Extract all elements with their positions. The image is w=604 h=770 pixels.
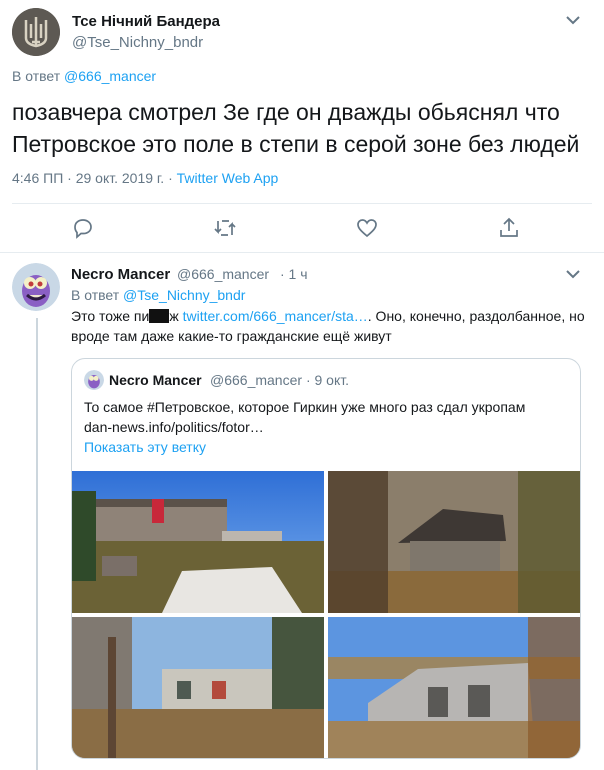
tweet-text: Это тоже пи ж twitter.com/666_mancer/sta…… bbox=[71, 306, 591, 346]
chevron-down-icon[interactable] bbox=[565, 268, 581, 280]
quoted-tweet[interactable]: Necro Mancer @666_mancer · 9 окт. То сам… bbox=[71, 358, 581, 759]
avatar bbox=[84, 370, 104, 390]
replying-prefix: В ответ bbox=[12, 68, 61, 84]
photo-ruined-wall-4[interactable] bbox=[328, 617, 580, 758]
replying-to-link[interactable]: @Tse_Nichny_bndr bbox=[123, 287, 245, 303]
reply-icon[interactable] bbox=[71, 216, 95, 240]
redaction-block bbox=[149, 309, 170, 323]
chevron-down-icon[interactable] bbox=[565, 14, 581, 26]
photo-ruined-house-2[interactable] bbox=[328, 471, 580, 613]
photo-ruined-building-1[interactable] bbox=[72, 471, 324, 613]
author-name[interactable]: Тсе Нічний Бандера bbox=[72, 13, 220, 30]
main-tweet: Тсе Нічний Бандера @Tse_Nichny_bndr В от… bbox=[0, 0, 604, 253]
replying-to: В ответ @Tse_Nichny_bndr bbox=[71, 287, 245, 303]
tweet-time[interactable]: · 1 ч bbox=[280, 266, 308, 282]
quoted-handle: @666_mancer bbox=[210, 372, 303, 388]
tweet-source[interactable]: Twitter Web App bbox=[177, 170, 279, 186]
trident-icon bbox=[12, 8, 60, 56]
quoted-text: То самое #Петровское, которое Гиркин уже… bbox=[84, 397, 564, 437]
divider bbox=[12, 203, 592, 204]
quoted-text-line: То самое #Петровское, которое Гиркин уже… bbox=[84, 399, 526, 415]
author-handle[interactable]: @Tse_Nichny_bndr bbox=[72, 34, 203, 51]
show-thread-link[interactable]: Показать эту ветку bbox=[84, 439, 206, 455]
text-part: Это тоже пи bbox=[71, 308, 150, 324]
author-handle[interactable]: @666_mancer bbox=[177, 266, 269, 282]
replying-prefix: В ответ bbox=[71, 287, 120, 303]
quoted-author-handle: @666_mancer · 9 окт. bbox=[210, 372, 349, 388]
retweet-icon[interactable] bbox=[213, 216, 237, 240]
photo-ruined-house-3[interactable] bbox=[72, 617, 324, 758]
like-icon[interactable] bbox=[355, 216, 379, 240]
monster-icon bbox=[12, 263, 60, 311]
tweet-time[interactable]: 4:46 ПП · 29 окт. 2019 г. · bbox=[12, 170, 177, 186]
quoted-text-line: dan-news.info/politics/fotor… bbox=[84, 419, 264, 435]
tweet-link[interactable]: twitter.com/666_mancer/sta… bbox=[183, 308, 368, 324]
avatar[interactable] bbox=[12, 263, 60, 311]
thread-line bbox=[36, 318, 38, 770]
replying-to-link[interactable]: @666_mancer bbox=[64, 68, 156, 84]
text-part: ж bbox=[169, 308, 183, 324]
tweet-text: позавчера смотрел Зе где он дважды обьяс… bbox=[12, 99, 580, 157]
tweet-meta: 4:46 ПП · 29 окт. 2019 г. · Twitter Web … bbox=[12, 170, 278, 186]
author-name[interactable]: Necro Mancer bbox=[71, 266, 170, 283]
share-icon[interactable] bbox=[497, 216, 521, 240]
quoted-time: · 9 окт. bbox=[305, 372, 349, 388]
photo-grid bbox=[72, 471, 580, 758]
quoted-author-name: Necro Mancer bbox=[109, 372, 202, 388]
replying-to: В ответ @666_mancer bbox=[12, 68, 156, 84]
monster-icon bbox=[84, 370, 104, 390]
avatar[interactable] bbox=[12, 8, 60, 56]
